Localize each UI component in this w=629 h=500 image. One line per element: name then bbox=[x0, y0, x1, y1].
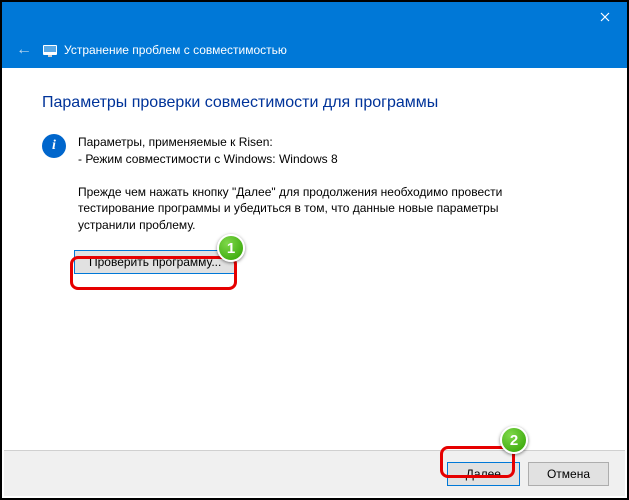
test-program-button[interactable]: Проверить программу... bbox=[74, 250, 236, 274]
titlebar bbox=[2, 2, 627, 32]
footer-bar: Далее Отмена bbox=[4, 450, 625, 496]
page-heading: Параметры проверки совместимости для про… bbox=[42, 94, 587, 112]
test-button-container: Проверить программу... bbox=[74, 250, 236, 274]
info-line-2: - Режим совместимости с Windows: Windows… bbox=[78, 151, 338, 168]
next-button[interactable]: Далее bbox=[447, 462, 520, 486]
instruction-text: Прежде чем нажать кнопку "Далее" для про… bbox=[78, 184, 508, 234]
back-arrow-icon[interactable]: ← bbox=[16, 41, 32, 59]
troubleshoot-icon bbox=[42, 42, 58, 58]
info-row: i Параметры, применяемые к Risen: - Режи… bbox=[42, 134, 587, 168]
info-text: Параметры, применяемые к Risen: - Режим … bbox=[78, 134, 338, 168]
window-title: Устранение проблем с совместимостью bbox=[64, 43, 287, 57]
close-button[interactable] bbox=[582, 2, 627, 32]
info-line-1: Параметры, применяемые к Risen: bbox=[78, 134, 338, 151]
header-bar: ← Устранение проблем с совместимостью bbox=[2, 32, 627, 68]
info-icon: i bbox=[42, 134, 66, 158]
close-icon bbox=[600, 12, 610, 22]
content-area: Параметры проверки совместимости для про… bbox=[2, 68, 627, 284]
cancel-button[interactable]: Отмена bbox=[528, 462, 609, 486]
